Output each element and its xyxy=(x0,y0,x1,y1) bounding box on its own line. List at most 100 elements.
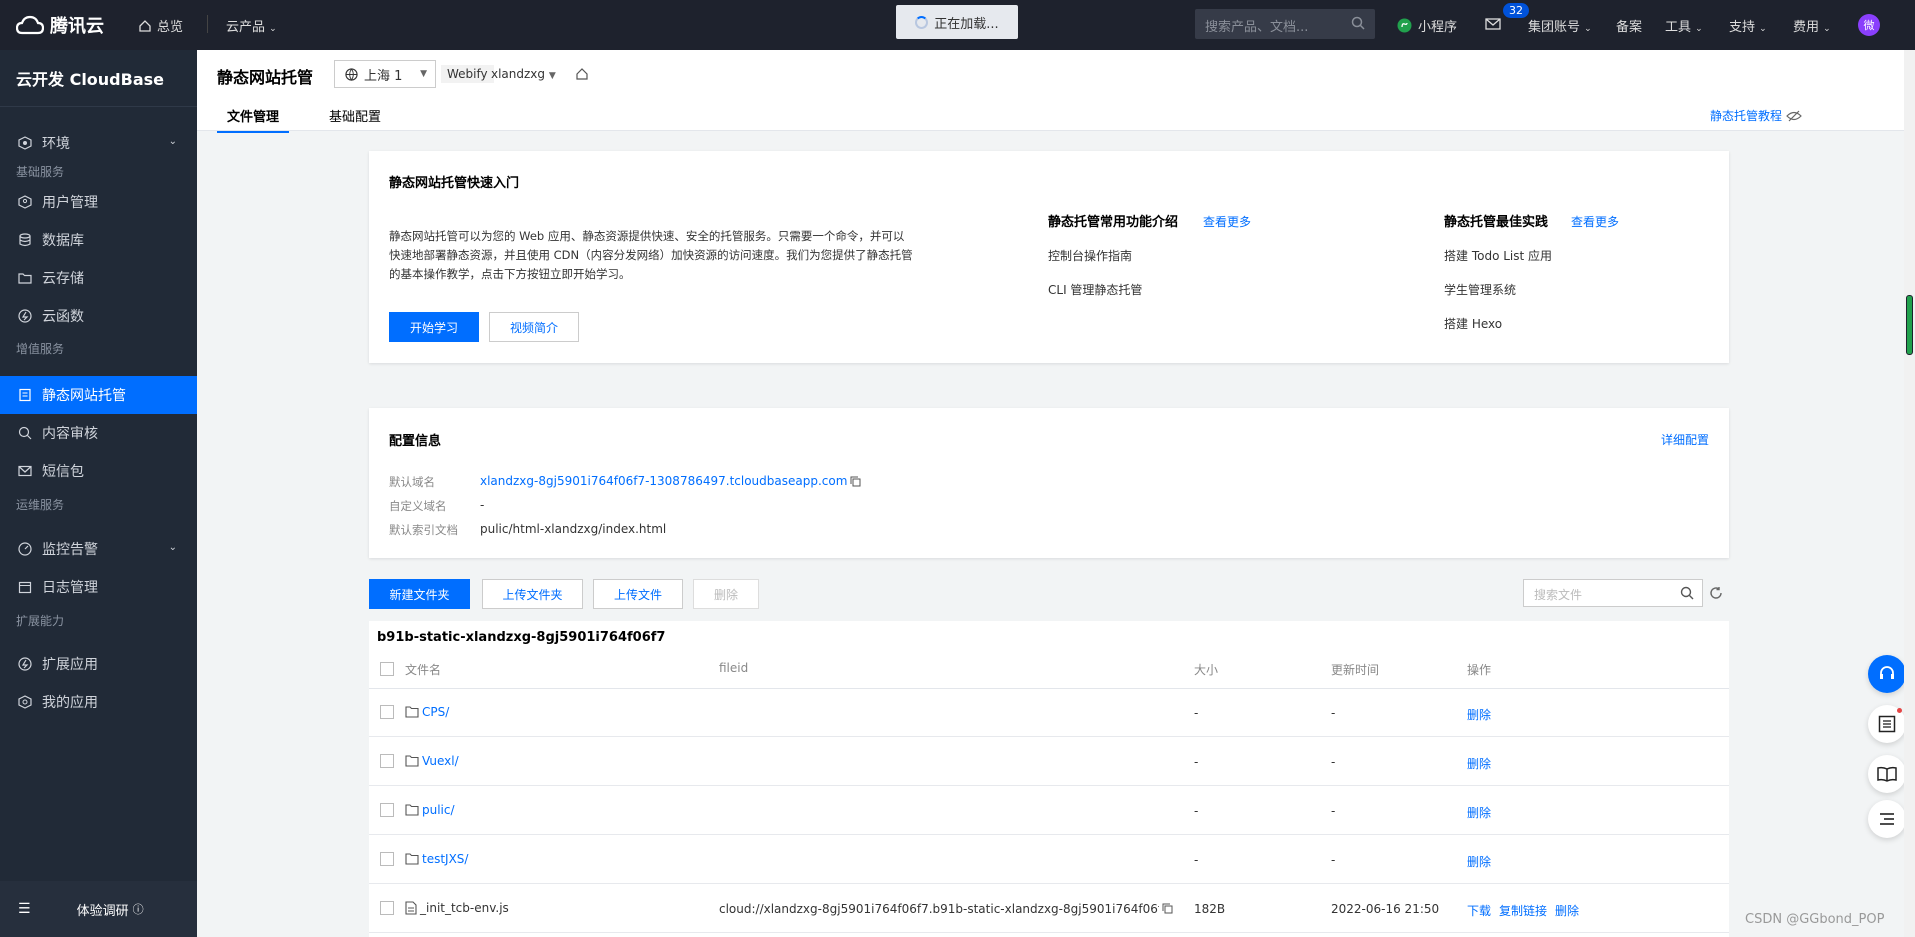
home-icon[interactable] xyxy=(575,67,589,81)
global-search-input[interactable]: 搜索产品、文档... xyxy=(1195,9,1375,39)
sidebar-item-storage[interactable]: 云存储 xyxy=(0,259,197,297)
survey-link[interactable]: 体验调研 xyxy=(77,900,129,919)
tutorial-link[interactable]: 静态托管教程 xyxy=(1710,107,1802,124)
file-name[interactable]: pulic/ xyxy=(405,803,455,817)
sidebar-item-logs[interactable]: 日志管理 xyxy=(0,568,197,606)
avatar[interactable]: 微 xyxy=(1858,14,1880,36)
download-link[interactable]: 下载 xyxy=(1467,902,1491,919)
copy-icon[interactable] xyxy=(1162,903,1173,914)
delete-link[interactable]: 删除 xyxy=(1467,706,1491,723)
detail-config-link[interactable]: 详细配置 xyxy=(1661,431,1709,448)
nav-filing[interactable]: 备案 xyxy=(1616,16,1642,35)
row-checkbox[interactable] xyxy=(380,852,394,866)
file-name-link[interactable]: testJXS/ xyxy=(422,852,468,866)
upload-folder-button[interactable]: 上传文件夹 xyxy=(482,579,583,609)
page-scrollbar[interactable] xyxy=(1904,50,1915,937)
file-size: 182B xyxy=(1194,902,1226,916)
document-icon xyxy=(19,388,31,402)
nav-billing[interactable]: 费用 ⌄ xyxy=(1793,16,1831,35)
file-size: - xyxy=(1194,755,1199,769)
delete-link[interactable]: 删除 xyxy=(1467,755,1491,772)
customer-service-button[interactable] xyxy=(1868,655,1906,693)
file-time: 2022-06-16 21:50 xyxy=(1331,902,1440,916)
copy-icon[interactable] xyxy=(850,476,861,487)
book-icon xyxy=(1877,766,1897,782)
delete-link[interactable]: 删除 xyxy=(1467,804,1491,821)
sidebar-item-user-mgmt[interactable]: 用户管理 xyxy=(0,183,197,221)
nav-overview[interactable]: 总览 xyxy=(138,16,183,35)
sidebar-item-ext-apps[interactable]: 扩展应用 xyxy=(0,645,197,683)
file-name-link[interactable]: CPS/ xyxy=(422,705,449,719)
menu-button[interactable] xyxy=(1868,800,1906,838)
select-all-checkbox[interactable] xyxy=(380,662,394,676)
tab-file-management[interactable]: 文件管理 xyxy=(217,102,290,133)
sidebar-item-monitoring[interactable]: 监控告警 ⌄ xyxy=(0,530,197,568)
question-icon: ⓘ xyxy=(132,903,144,916)
nav-products[interactable]: 云产品 ⌄ xyxy=(226,16,277,35)
sidebar-item-database[interactable]: 数据库 xyxy=(0,221,197,259)
tencent-cloud-logo[interactable]: 腾讯云 xyxy=(16,12,104,38)
sidebar-item-label: 扩展应用 xyxy=(42,657,98,673)
best-practice-item-todo[interactable]: 搭建 Todo List 应用 xyxy=(1444,247,1552,264)
index-doc-label: 默认索引文档 xyxy=(389,523,458,537)
file-name[interactable]: Vuexl/ xyxy=(405,754,459,768)
features-more-link[interactable]: 查看更多 xyxy=(1203,213,1251,230)
file-size: - xyxy=(1194,804,1199,818)
collapse-sidebar-icon[interactable]: ☰ xyxy=(18,901,31,917)
sidebar-item-static-hosting[interactable]: 静态网站托管 xyxy=(0,376,197,414)
sidebar-item-my-apps[interactable]: 我的应用 xyxy=(0,683,197,721)
features-item-cli[interactable]: CLI 管理静态托管 xyxy=(1048,281,1142,298)
search-icon[interactable] xyxy=(1351,16,1365,30)
table-row: testJXS/ - - 删除 xyxy=(369,836,1729,884)
nav-group-account[interactable]: 集团账号 ⌄ xyxy=(1528,16,1592,35)
delete-button[interactable]: 删除 xyxy=(693,579,759,609)
search-icon[interactable] xyxy=(1680,586,1694,600)
file-search-input[interactable]: 搜索文件 xyxy=(1523,579,1703,607)
table-row: Vuexl/ - - 删除 xyxy=(369,738,1729,786)
sidebar-item-content-audit[interactable]: 内容审核 xyxy=(0,414,197,452)
scrollbar-thumb[interactable] xyxy=(1906,295,1913,355)
sidebar-item-label: 我的应用 xyxy=(42,695,98,711)
row-checkbox[interactable] xyxy=(380,705,394,719)
features-item-console-guide[interactable]: 控制台操作指南 xyxy=(1048,247,1132,264)
nav-mini-program[interactable]: 小程序 xyxy=(1397,16,1457,35)
loading-indicator: 正在加载... xyxy=(896,5,1018,39)
row-actions: 删除 xyxy=(1467,804,1491,821)
video-intro-button[interactable]: 视频简介 xyxy=(489,312,579,342)
docs-button[interactable] xyxy=(1868,755,1906,793)
sidebar-item-functions[interactable]: 云函数 xyxy=(0,297,197,335)
row-checkbox[interactable] xyxy=(380,901,394,915)
mail-icon[interactable] xyxy=(1485,18,1501,30)
hide-eye-icon[interactable] xyxy=(1786,110,1802,122)
best-practice-more-link[interactable]: 查看更多 xyxy=(1571,213,1619,230)
file-name[interactable]: testJXS/ xyxy=(405,852,468,866)
copy-link-link[interactable]: 复制链接 xyxy=(1499,902,1547,919)
nav-support[interactable]: 支持 ⌄ xyxy=(1729,16,1767,35)
best-practice-title: 静态托管最佳实践 xyxy=(1444,215,1549,230)
region-select[interactable]: 上海 1 ▼ xyxy=(334,60,436,88)
new-folder-button[interactable]: 新建文件夹 xyxy=(369,579,470,609)
default-domain-link[interactable]: xlandzxg-8gj5901i764f06f7-1308786497.tcl… xyxy=(480,474,847,488)
sidebar-item-sms[interactable]: 短信包 xyxy=(0,452,197,490)
best-practice-item-hexo[interactable]: 搭建 Hexo xyxy=(1444,315,1502,332)
file-name-link[interactable]: pulic/ xyxy=(422,803,455,817)
row-checkbox[interactable] xyxy=(380,754,394,768)
nav-tools[interactable]: 工具 ⌄ xyxy=(1665,16,1703,35)
file-name[interactable]: CPS/ xyxy=(405,705,449,719)
folder-icon xyxy=(405,706,419,718)
delete-link[interactable]: 删除 xyxy=(1555,902,1579,919)
best-practice-item-student[interactable]: 学生管理系统 xyxy=(1444,281,1516,298)
loading-text: 正在加载... xyxy=(934,16,999,32)
file-time: - xyxy=(1331,755,1336,769)
feedback-list-button[interactable] xyxy=(1868,705,1906,743)
row-checkbox[interactable] xyxy=(380,803,394,817)
search-placeholder: 搜索产品、文档... xyxy=(1205,20,1309,35)
sidebar-item-env[interactable]: 环境 ⌄ xyxy=(0,124,197,162)
tab-basic-config[interactable]: 基础配置 xyxy=(319,102,391,133)
delete-link[interactable]: 删除 xyxy=(1467,853,1491,870)
refresh-icon[interactable] xyxy=(1709,586,1723,600)
file-name-link[interactable]: Vuexl/ xyxy=(422,754,459,768)
start-learning-button[interactable]: 开始学习 xyxy=(389,312,479,342)
upload-file-button[interactable]: 上传文件 xyxy=(593,579,683,609)
env-select[interactable]: xlandzxg ▼ xyxy=(491,67,556,81)
